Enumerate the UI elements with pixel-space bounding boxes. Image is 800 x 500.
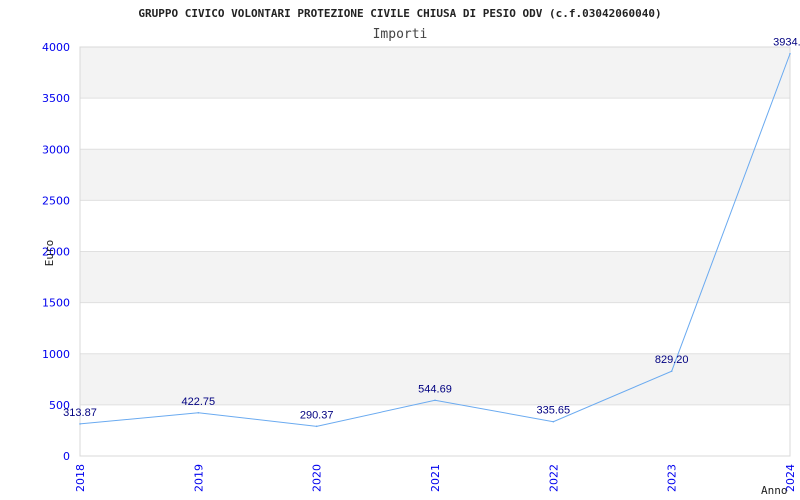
data-label: 313.87 (63, 407, 97, 419)
data-point (79, 423, 81, 425)
x-tick-label: 2021 (429, 464, 442, 492)
data-point (552, 420, 555, 423)
data-label: 290.37 (300, 409, 334, 421)
chart-subtitle: Importi (373, 27, 428, 42)
x-tick-label: 2022 (547, 464, 560, 492)
data-label: 422.75 (182, 396, 216, 408)
y-tick-label: 0 (63, 450, 70, 463)
data-label: 829.20 (655, 354, 689, 366)
y-tick-label: 3500 (42, 92, 70, 105)
y-tick-label: 4000 (42, 41, 70, 54)
y-tick-label: 2500 (42, 194, 70, 207)
chart-title: GRUPPO CIVICO VOLONTARI PROTEZIONE CIVIL… (138, 7, 661, 20)
data-point (789, 52, 791, 55)
data-point (434, 399, 436, 402)
y-tick-label: 3000 (42, 143, 70, 156)
line-chart: 05001000150020002500300035004000 2018 201… (42, 7, 800, 497)
grid-band (80, 251, 790, 303)
x-tick-label: 2019 (192, 464, 205, 492)
data-label: 544.69 (418, 383, 452, 395)
x-axis-label: Anno (761, 484, 788, 497)
grid-band (80, 149, 790, 201)
y-tick-label: 1500 (42, 297, 70, 310)
y-tick-label: 1000 (42, 348, 70, 361)
x-tick-label: 2023 (666, 464, 679, 492)
data-point (670, 370, 673, 373)
grid-band (80, 47, 790, 99)
x-tick-label: 2020 (311, 464, 324, 492)
data-point (197, 411, 200, 414)
data-point (315, 425, 318, 428)
data-label: 3934.0 (773, 37, 800, 49)
x-tick-label: 2018 (74, 464, 87, 492)
y-axis-label: Euro (43, 240, 56, 267)
data-label: 335.65 (537, 405, 571, 417)
